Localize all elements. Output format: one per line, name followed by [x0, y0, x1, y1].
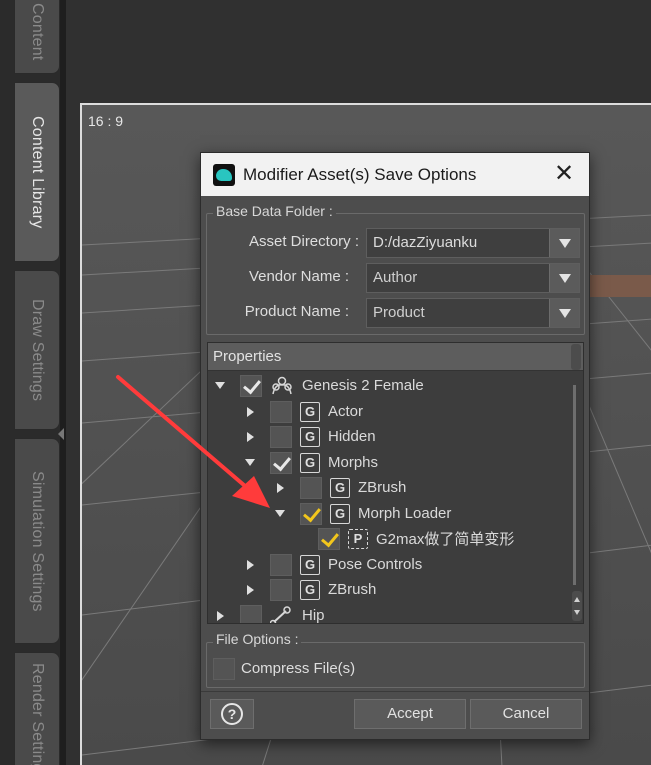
expand-arrow-icon[interactable] [272, 506, 288, 522]
file-options-legend: File Options : [213, 631, 302, 647]
tab-simulation-settings[interactable]: Simulation Settings [14, 438, 60, 644]
row-checkbox[interactable] [300, 502, 322, 525]
tree-row-label: Hidden [328, 428, 376, 445]
tree-row-label: ZBrush [328, 581, 377, 598]
close-icon[interactable]: ✕ [553, 162, 575, 186]
properties-tree[interactable]: Properties Genesis 2 Female G Actor G Hi… [207, 342, 584, 624]
asset-directory-dropdown[interactable] [549, 229, 579, 257]
product-name-value[interactable]: Product [367, 299, 549, 327]
scroll-arrows-icon[interactable] [572, 591, 582, 621]
bottom-separator [201, 691, 589, 692]
scroll-thumb[interactable] [573, 385, 576, 585]
tree-row-morphs[interactable]: G Morphs [242, 450, 378, 475]
expand-arrow-icon[interactable] [212, 378, 228, 394]
row-checkbox[interactable] [270, 553, 292, 576]
compress-label: Compress File(s) [241, 660, 356, 677]
tree-row-label: Actor [328, 403, 364, 420]
group-node-icon: G [300, 579, 320, 600]
asset-directory-label: Asset Directory : [248, 233, 359, 250]
expand-arrow-icon[interactable] [242, 582, 258, 598]
asset-directory-value[interactable]: D:/dazZiyuanku [367, 229, 549, 257]
tree-row-zbrush-morphs[interactable]: G ZBrush [272, 475, 406, 500]
row-checkbox[interactable] [270, 451, 292, 474]
tree-row-hip[interactable]: Hip [212, 603, 325, 624]
tree-row-g2max-morph[interactable]: P G2max做了简单变形 [318, 526, 514, 551]
vendor-name-combo[interactable]: Author [366, 263, 580, 293]
tree-row-genesis-2-female[interactable]: Genesis 2 Female [212, 373, 424, 398]
tree-row-label: Genesis 2 Female [302, 377, 424, 394]
product-name-label: Product Name : [244, 303, 349, 320]
tree-row-label: Morph Loader [358, 505, 452, 522]
tree-row-label: ZBrush [358, 479, 407, 496]
tab-content-library[interactable]: Content Library [14, 82, 60, 262]
group-node-icon: G [300, 554, 320, 575]
tree-row-zbrush[interactable]: G ZBrush [242, 577, 376, 602]
tab-content-library-label: Content Library [29, 115, 46, 229]
expand-arrow-icon[interactable] [242, 557, 258, 573]
tree-row-morph-loader[interactable]: G Morph Loader [272, 501, 451, 526]
cancel-button[interactable]: Cancel [470, 699, 582, 729]
tab-draw-settings-label: Draw Settings [29, 298, 46, 402]
compress-checkbox[interactable] [213, 658, 235, 680]
expand-arrow-icon[interactable] [242, 455, 258, 471]
group-node-icon: G [300, 401, 320, 422]
figure-icon [270, 376, 294, 396]
row-checkbox[interactable] [318, 527, 340, 550]
row-checkbox[interactable] [270, 578, 292, 601]
tree-row-label: Pose Controls [328, 556, 423, 573]
chevron-down-icon [558, 308, 571, 318]
expand-arrow-icon[interactable] [212, 608, 228, 624]
row-checkbox[interactable] [300, 476, 322, 499]
expand-arrow-icon[interactable] [272, 480, 288, 496]
tree-row-pose-controls[interactable]: G Pose Controls [242, 552, 422, 577]
bone-icon [269, 605, 294, 623]
tree-row-label: G2max做了简单变形 [376, 531, 515, 548]
scroll-grip[interactable] [571, 344, 581, 370]
property-node-icon: P [348, 528, 368, 549]
row-checkbox[interactable] [240, 374, 262, 397]
tab-draw-settings[interactable]: Draw Settings [14, 270, 60, 430]
properties-header: Properties [208, 343, 583, 371]
help-button[interactable]: ? [210, 699, 254, 729]
tab-render-settings[interactable]: Render Settings [14, 652, 60, 765]
tab-render-settings-label: Render Settings [29, 663, 46, 765]
collapse-arrow-icon[interactable] [58, 428, 64, 440]
group-node-icon: G [330, 477, 350, 498]
dialog-title: Modifier Asset(s) Save Options [243, 164, 477, 184]
tree-row-hidden[interactable]: G Hidden [242, 424, 376, 449]
tree-row-label: Morphs [328, 454, 379, 471]
chevron-down-icon [558, 273, 571, 283]
dialog-titlebar[interactable]: Modifier Asset(s) Save Options ✕ [201, 153, 589, 196]
left-tab-strip: Content Content Library Draw Settings Si… [0, 0, 66, 765]
group-node-icon: G [300, 452, 320, 473]
row-checkbox[interactable] [240, 604, 262, 623]
asset-directory-combo[interactable]: D:/dazZiyuanku [366, 228, 580, 258]
tree-row-label: Hip [302, 607, 325, 624]
save-options-dialog: Modifier Asset(s) Save Options ✕ Base Da… [200, 152, 590, 740]
expand-arrow-icon[interactable] [242, 404, 258, 420]
daz-app-icon [213, 163, 235, 186]
accept-button[interactable]: Accept [354, 699, 466, 729]
expand-arrow-icon[interactable] [242, 429, 258, 445]
vendor-name-label: Vendor Name : [248, 268, 349, 285]
tree-scrollbar[interactable] [571, 371, 583, 623]
vendor-name-value[interactable]: Author [367, 264, 549, 292]
vendor-name-dropdown[interactable] [549, 264, 579, 292]
row-checkbox[interactable] [270, 425, 292, 448]
product-name-combo[interactable]: Product [366, 298, 580, 328]
tab-simulation-settings-label: Simulation Settings [29, 470, 46, 612]
help-icon: ? [221, 703, 243, 725]
group-node-icon: G [300, 426, 320, 447]
aspect-ratio-label: 16 : 9 [88, 113, 124, 129]
row-checkbox[interactable] [270, 400, 292, 423]
tab-content-label: Content [29, 3, 46, 61]
tab-content[interactable]: Content [14, 0, 60, 74]
tree-row-actor[interactable]: G Actor [242, 399, 363, 424]
base-data-folder-legend: Base Data Folder : [213, 203, 336, 219]
product-name-dropdown[interactable] [549, 299, 579, 327]
chevron-down-icon [558, 238, 571, 248]
group-node-icon: G [330, 503, 350, 524]
